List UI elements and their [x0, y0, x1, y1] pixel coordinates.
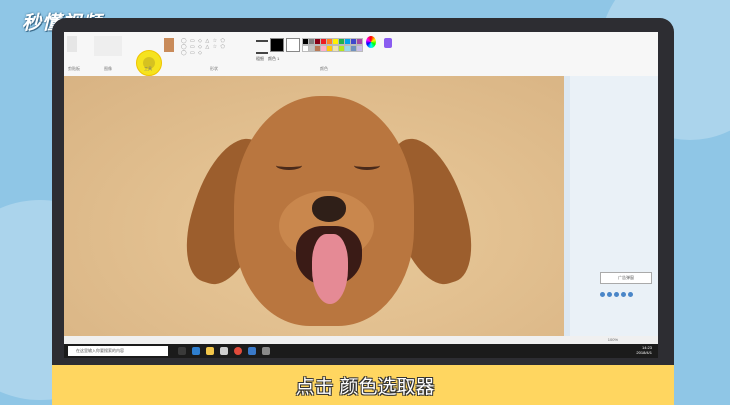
- taskbar-search-input[interactable]: 在这里输入你要搜索的内容: [68, 346, 168, 356]
- dog-right-eye: [354, 161, 380, 170]
- color1-label: 颜色 1: [268, 56, 280, 61]
- paste-button[interactable]: [67, 36, 77, 52]
- clock-date: 2018/4/1: [636, 350, 652, 355]
- status-bar: 100%: [64, 336, 658, 344]
- paint-window: ◯ ▭ ◇ △ ☆ ⬠ ◯ ▭ ◇ △ ☆ ⬠ ◯ ▭ ◇ 粗细 颜色 1 剪贴…: [64, 32, 658, 358]
- tray-icon[interactable]: [607, 292, 612, 297]
- ribbon-group-clipboard: 剪贴板: [68, 66, 80, 71]
- explorer-icon[interactable]: [206, 347, 214, 355]
- dog-nose: [312, 196, 346, 222]
- zoom-level: 100%: [607, 337, 618, 342]
- task-view-icon[interactable]: [178, 347, 186, 355]
- side-panel: [570, 76, 658, 336]
- subtitle-text: 点击 颜色选取器: [295, 376, 435, 398]
- paint3d-button[interactable]: [384, 38, 392, 48]
- tray-popup-icons: [600, 284, 658, 297]
- edit-colors-button[interactable]: [366, 36, 376, 48]
- dog-tongue: [312, 234, 348, 304]
- tray-icon[interactable]: [614, 292, 619, 297]
- store-icon[interactable]: [220, 347, 228, 355]
- edge-icon[interactable]: [192, 347, 200, 355]
- ribbon-group-colors: 颜色: [320, 66, 328, 71]
- ribbon-group-tools: 工具: [144, 66, 152, 71]
- image-tools[interactable]: [94, 36, 122, 56]
- notification-popup[interactable]: 广告弹窗: [600, 272, 652, 284]
- size-button[interactable]: [256, 40, 268, 54]
- tray-icon[interactable]: [621, 292, 626, 297]
- color-picker-button[interactable]: [136, 50, 162, 76]
- paint-canvas[interactable]: [64, 76, 564, 336]
- brushes-button[interactable]: [164, 38, 174, 52]
- taskbar-clock[interactable]: 14:23 2018/4/1: [636, 345, 652, 355]
- palette-swatch[interactable]: [356, 45, 363, 52]
- size-label: 粗细: [256, 56, 264, 61]
- color1-button[interactable]: [270, 38, 284, 52]
- tray-icon[interactable]: [600, 292, 605, 297]
- dog-left-eye: [276, 161, 302, 170]
- windows-taskbar: 在这里输入你要搜索的内容 14:23 2018/4/1: [64, 344, 658, 358]
- paint-icon[interactable]: [262, 347, 270, 355]
- shapes-gallery[interactable]: ◯ ▭ ◇ △ ☆ ⬠ ◯ ▭ ◇ △ ☆ ⬠ ◯ ▭ ◇: [181, 38, 231, 56]
- canvas-side-area: [564, 76, 658, 336]
- palette-swatch[interactable]: [356, 38, 363, 45]
- mail-icon[interactable]: [248, 347, 256, 355]
- tray-icon[interactable]: [628, 292, 633, 297]
- chrome-icon[interactable]: [234, 347, 242, 355]
- ribbon-group-image: 图像: [104, 66, 112, 71]
- ribbon-group-shapes: 形状: [210, 66, 218, 71]
- paint-ribbon: ◯ ▭ ◇ △ ☆ ⬠ ◯ ▭ ◇ △ ☆ ⬠ ◯ ▭ ◇ 粗细 颜色 1 剪贴…: [64, 32, 658, 77]
- color2-button[interactable]: [286, 38, 300, 52]
